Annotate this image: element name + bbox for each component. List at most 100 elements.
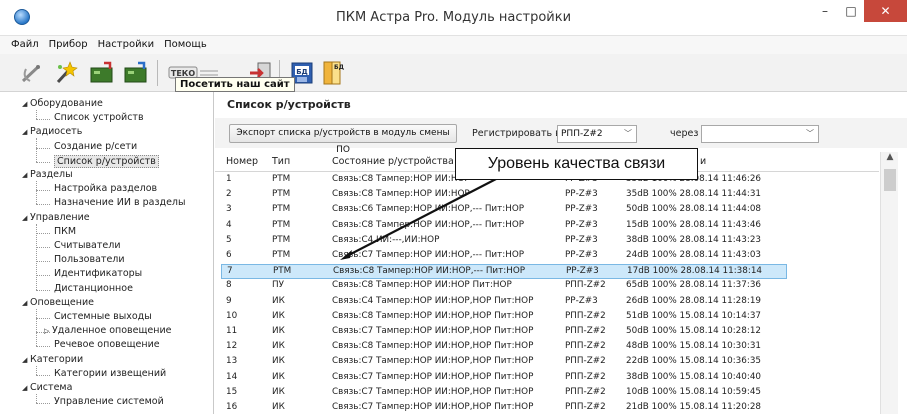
expand-arrow-icon[interactable]: ◢ <box>22 356 30 364</box>
cell-type: ИК <box>272 386 285 397</box>
tree-item[interactable]: ▷ Удаленное оповещение <box>44 325 172 336</box>
tree-item-label: Дистанционное <box>54 282 133 294</box>
cell-signal: 10dB 100% 15.08.14 10:59:45 <box>626 386 762 397</box>
via-select[interactable]: ﹀ <box>701 125 819 143</box>
tree-item[interactable]: ПКМ <box>54 226 76 237</box>
export-button[interactable]: Экспорт списка р/устройств в модуль смен… <box>229 124 457 155</box>
tree-item[interactable]: Список устройств <box>54 112 144 123</box>
column-header-signal[interactable]: и <box>700 156 706 167</box>
tree-item[interactable]: Настройка разделов <box>54 183 157 194</box>
table-row[interactable]: 13 ИК Связь:С7 Тампер:НОР ИИ:НОР,НОР Пит:Н… <box>221 355 787 370</box>
tree-item-label: Оборудование <box>30 98 103 109</box>
table-row[interactable]: 8 ПУ Связь:С8 Тампер:НОР ИИ:НОР Пит:НОР РПП… <box>221 279 787 294</box>
expand-arrow-icon[interactable]: ◢ <box>22 171 30 179</box>
table-row[interactable]: 3 РТМ Связь:С6 Тампер:НОР ИИ:НОР,--- Пит:Н… <box>221 203 787 218</box>
register-select-value: РПП-Z#2 <box>561 129 603 139</box>
tree-connector <box>36 247 50 248</box>
table-row[interactable]: 16 ИК Связь:С7 Тампер:НОР ИИ:НОР,НОР Пит:Н… <box>221 401 787 414</box>
tree-item[interactable]: Речевое оповещение <box>54 339 160 350</box>
table-row[interactable]: 2 РТМ Связь:С8 Тампер:НОР ИИ:НОР РР-Z#3 35dB… <box>221 188 787 203</box>
expand-arrow-icon[interactable]: ◢ <box>22 299 30 307</box>
tree-item[interactable]: Считыватели <box>54 240 121 251</box>
cell-device: РПП-Z#2 <box>565 386 606 397</box>
cell-signal: 50dB 100% 15.08.14 10:28:12 <box>626 326 762 336</box>
tree-group[interactable]: ◢ Система <box>22 382 72 393</box>
tree-group[interactable]: ◢ Радиосеть <box>22 126 82 137</box>
toolbar-separator <box>157 60 158 86</box>
vertical-scrollbar[interactable]: ▲ <box>880 152 898 414</box>
magic-wand-icon[interactable] <box>52 59 80 87</box>
tree-item[interactable]: Системные выходы <box>54 311 152 322</box>
tree-connector <box>36 190 50 192</box>
collapse-arrow-icon[interactable]: ▷ <box>44 327 52 335</box>
table-row[interactable]: 9 ИК Связь:С4 Тампер:НОР ИИ:НОР,НОР Пит:НО… <box>221 295 787 310</box>
tree-item[interactable]: Управление системой <box>54 396 164 407</box>
scroll-thumb[interactable] <box>884 169 896 191</box>
cell-number: 15 <box>226 386 238 397</box>
menu-settings[interactable]: Настройки <box>93 36 159 50</box>
device-read-icon[interactable] <box>88 59 116 87</box>
table-row[interactable]: 12 ИК Связь:С8 Тампер:НОР ИИ:НОР,НОР Пит:Н… <box>221 340 787 355</box>
title-bar: ПКМ Астра Pro. Модуль настройки – □ ✕ <box>0 0 907 36</box>
tree-item[interactable]: Идентификаторы <box>54 268 142 279</box>
table-row[interactable]: 11 ИК Связь:С7 Тампер:НОР ИИ:НОР,НОР Пит:Н… <box>221 325 787 340</box>
column-header-type[interactable]: Тип <box>272 156 290 167</box>
cell-number: 12 <box>226 341 238 352</box>
tree-group[interactable]: ◢ Оповещение <box>22 297 94 308</box>
tree-connector <box>36 138 37 162</box>
cell-type: ИК <box>272 295 285 306</box>
tree-item[interactable]: Пользователи <box>54 254 125 265</box>
tree-group[interactable]: ◢ Разделы <box>22 169 73 180</box>
column-header-state[interactable]: Состояние р/устройства <box>332 156 454 167</box>
database-export-icon[interactable]: БД <box>320 59 348 87</box>
tree-item-label: Удаленное оповещение <box>52 325 172 337</box>
device-write-icon[interactable] <box>122 59 150 87</box>
menu-device[interactable]: Прибор <box>44 36 93 50</box>
table-row[interactable]: 5 РТМ Связь:С4 ИИ:---,ИИ:НОР РР-Z#3 38dB 100… <box>221 234 787 249</box>
expand-arrow-icon[interactable]: ◢ <box>22 214 30 222</box>
expand-arrow-icon[interactable]: ◢ <box>22 128 30 136</box>
tree-connector <box>36 261 50 263</box>
chevron-down-icon: ﹀ <box>624 129 632 138</box>
table-row[interactable]: 14 ИК Связь:С7 Тампер:НОР ИИ:НОР,НОР Пит:Н… <box>221 371 787 386</box>
expand-arrow-icon[interactable]: ◢ <box>22 384 30 392</box>
table-row[interactable]: 15 ИК Связь:С7 Тампер:НОР ИИ:НОР,НОР Пит:Н… <box>221 386 787 401</box>
window-title: ПКМ Астра Pro. Модуль настройки <box>335 10 572 25</box>
register-label: Регистрировать в <box>472 128 561 139</box>
tree-group[interactable]: ◢ Управление <box>22 212 90 223</box>
tree-item-label: Речевое оповещение <box>54 339 160 351</box>
cell-state: Связь:С7 Тампер:НОР ИИ:НОР,НОР Пит:НОР <box>332 371 534 382</box>
tree-item-label: Оповещение <box>30 296 94 308</box>
tooltip: Посетить наш сайт <box>175 77 295 92</box>
close-button[interactable]: ✕ <box>864 0 907 22</box>
menu-file[interactable]: Файл <box>0 36 44 50</box>
column-header-number[interactable]: Номер <box>226 156 258 167</box>
expand-arrow-icon[interactable]: ◢ <box>22 100 30 108</box>
tree-item-label: Управление <box>30 211 90 223</box>
tree-connector <box>36 346 50 348</box>
tree-item[interactable]: Дистанционное <box>54 283 133 294</box>
tree-group[interactable]: ◢ Оборудование <box>22 98 103 109</box>
register-select[interactable]: РПП-Z#2 ﹀ <box>557 125 637 143</box>
tree-item[interactable]: Создание р/сети <box>54 141 137 152</box>
cell-signal: 50dB 100% 28.08.14 11:44:08 <box>626 204 762 215</box>
table-row[interactable]: 7 РТМ Связь:С8 Тампер:НОР ИИ:НОР,--- Пит:Н… <box>221 264 787 280</box>
tree-item[interactable]: Назначение ИИ в разделы <box>54 197 186 208</box>
via-label: через <box>670 128 699 139</box>
tree-item[interactable]: Список р/устройств <box>54 154 159 168</box>
scroll-up-icon[interactable]: ▲ <box>881 152 899 168</box>
cell-number: 7 <box>227 266 233 277</box>
menu-help[interactable]: Помощь <box>159 36 212 50</box>
satellite-icon[interactable] <box>18 59 46 87</box>
table-row[interactable]: 10 ИК Связь:С8 Тампер:НОР ИИ:НОР,НОР Пит:Н… <box>221 310 787 325</box>
table-row[interactable]: 6 РТМ Связь:С7 Тампер:НОР ИИ:НОР,--- Пит:Н… <box>221 249 787 264</box>
minimize-button[interactable]: – <box>812 0 838 22</box>
cell-number: 8 <box>226 280 232 291</box>
tree-item-label: Список устройств <box>54 112 144 124</box>
tree-item-label: Категории извещений <box>54 367 167 379</box>
tree-group[interactable]: ◢ Категории <box>22 354 83 365</box>
tree-item[interactable]: Категории извещений <box>54 368 166 379</box>
cell-state: Связь:С7 Тампер:НОР ИИ:НОР,НОР Пит:НОР <box>332 356 534 367</box>
maximize-button[interactable]: □ <box>838 0 864 22</box>
table-row[interactable]: 4 РТМ Связь:С8 Тампер:НОР ИИ:НОР,--- Пит:Н… <box>221 219 787 234</box>
